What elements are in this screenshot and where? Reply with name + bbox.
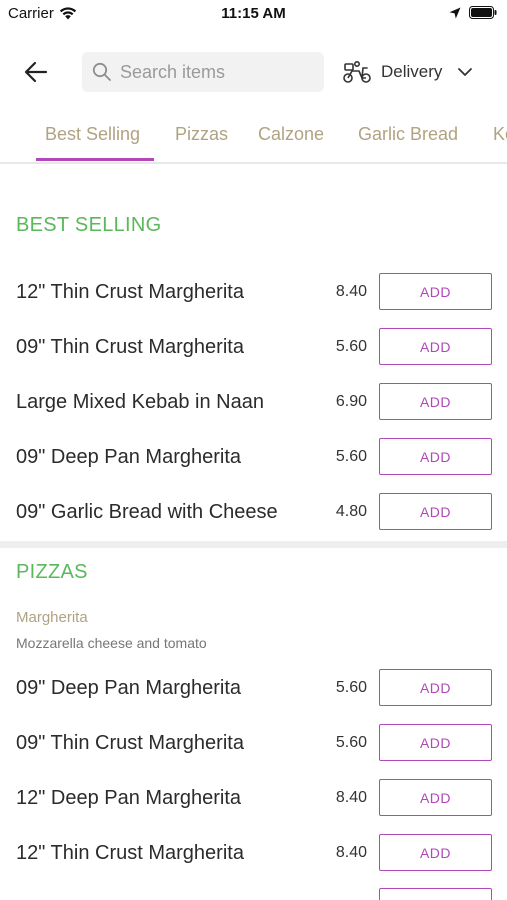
add-button[interactable]: ADD xyxy=(379,383,492,420)
menu-item-row: 09" Thin Crust Margherita 5.60 ADD xyxy=(0,327,507,367)
item-price: 5.60 xyxy=(335,338,367,355)
add-button-partial[interactable] xyxy=(379,888,492,900)
battery-icon xyxy=(469,6,497,19)
add-button[interactable]: ADD xyxy=(379,779,492,816)
item-price: 6.90 xyxy=(335,393,367,410)
back-button[interactable] xyxy=(20,57,52,87)
search-input[interactable] xyxy=(120,61,310,83)
category-tabs: Best Selling Pizzas Calzone Garlic Bread… xyxy=(0,112,507,164)
tab-garlic-bread[interactable]: Garlic Bread xyxy=(358,124,458,162)
add-button[interactable]: ADD xyxy=(379,438,492,475)
item-price: 5.60 xyxy=(335,679,367,696)
menu-item-row: 09" Deep Pan Margherita 5.60 ADD xyxy=(0,668,507,708)
section-title-pizzas: PIZZAS xyxy=(16,561,88,583)
status-bar: Carrier 11:15 AM xyxy=(0,0,507,28)
item-name: Large Mixed Kebab in Naan xyxy=(16,391,264,413)
add-button[interactable]: ADD xyxy=(379,669,492,706)
item-name: 09" Thin Crust Margherita xyxy=(16,336,244,358)
search-box[interactable] xyxy=(82,52,324,92)
active-tab-indicator xyxy=(36,158,154,161)
tab-calzone[interactable]: Calzone xyxy=(258,124,324,162)
tab-pizzas[interactable]: Pizzas xyxy=(175,124,228,162)
delivery-label: Delivery xyxy=(381,62,443,81)
add-button[interactable]: ADD xyxy=(379,328,492,365)
menu-item-row: 12" Deep Pan Margherita 8.40 ADD xyxy=(0,778,507,818)
item-name: 09" Thin Crust Margherita xyxy=(16,732,244,754)
subgroup-description: Mozzarella cheese and tomato xyxy=(16,635,207,651)
search-icon xyxy=(92,62,111,81)
item-price: 8.40 xyxy=(335,844,367,861)
add-button[interactable]: ADD xyxy=(379,724,492,761)
menu-item-row: 09" Deep Pan Margherita 5.60 ADD xyxy=(0,437,507,477)
scooter-icon xyxy=(343,60,371,83)
status-time: 11:15 AM xyxy=(221,5,286,22)
item-price: 8.40 xyxy=(335,789,367,806)
add-button[interactable]: ADD xyxy=(379,493,492,530)
status-icons xyxy=(449,6,497,19)
item-name: 12" Thin Crust Margherita xyxy=(16,281,244,303)
menu-item-row: 09" Thin Crust Margherita 5.60 ADD xyxy=(0,723,507,763)
menu-item-row: 12" Thin Crust Margherita 8.40 ADD xyxy=(0,833,507,873)
header-bar: Delivery xyxy=(0,50,507,94)
item-price: 5.60 xyxy=(335,734,367,751)
back-arrow-icon xyxy=(24,61,48,83)
chevron-down-icon xyxy=(458,68,473,76)
section-divider xyxy=(0,541,507,548)
section-title-best-selling: BEST SELLING xyxy=(16,214,162,236)
add-button[interactable]: ADD xyxy=(379,273,492,310)
item-name: 09" Garlic Bread with Cheese xyxy=(16,501,278,523)
add-button[interactable]: ADD xyxy=(379,834,492,871)
menu-item-row: 09" Garlic Bread with Cheese 4.80 ADD xyxy=(0,492,507,532)
item-name: 12" Thin Crust Margherita xyxy=(16,842,244,864)
item-price: 8.40 xyxy=(335,283,367,300)
menu-item-row: Large Mixed Kebab in Naan 6.90 ADD xyxy=(0,382,507,422)
item-name: 09" Deep Pan Margherita xyxy=(16,446,242,468)
item-price: 4.80 xyxy=(335,503,367,520)
location-arrow-icon xyxy=(449,7,461,18)
tab-kebab[interactable]: Ke xyxy=(493,124,507,162)
item-price: 5.60 xyxy=(335,448,367,465)
item-name: 12" Deep Pan Margherita xyxy=(16,787,242,809)
subgroup-name: Margherita xyxy=(16,609,88,626)
menu-item-row: 12" Thin Crust Margherita 8.40 ADD xyxy=(0,272,507,312)
delivery-mode-select[interactable]: Delivery xyxy=(342,56,473,88)
item-name: 09" Deep Pan Margherita xyxy=(16,677,242,699)
